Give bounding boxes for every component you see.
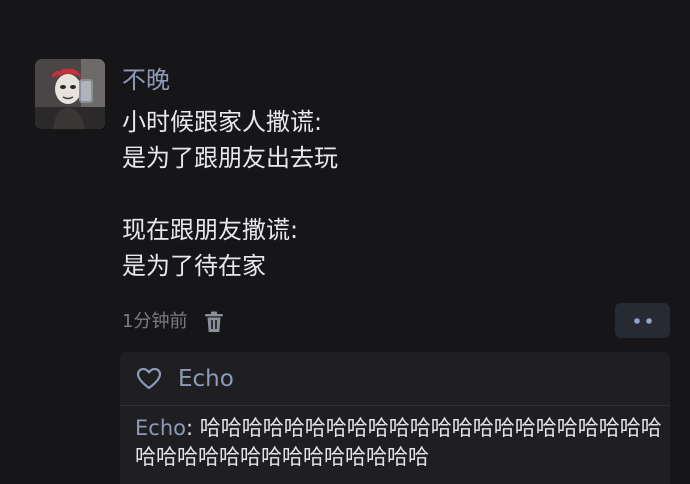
more-actions-button[interactable] <box>615 303 670 338</box>
more-dots-icon <box>633 317 652 324</box>
post-timestamp: 1分钟前 <box>122 311 188 332</box>
post-line: 是为了跟朋友出去玩 <box>122 144 338 172</box>
avatar[interactable] <box>35 59 105 129</box>
heart-outline-icon <box>136 367 162 390</box>
trash-icon[interactable] <box>203 309 225 335</box>
moments-post: 不晚 小时候跟家人撒谎: 是为了跟朋友出去玩 现在跟朋友撒谎: 是为了待在家 1… <box>0 0 690 484</box>
post-line: 小时候跟家人撒谎: <box>122 108 323 136</box>
post-line: 是为了待在家 <box>122 252 266 280</box>
divider <box>120 405 670 406</box>
comment-author[interactable]: Echo <box>135 416 186 440</box>
likes-comments-panel: Echo Echo: 哈哈哈哈哈哈哈哈哈哈哈哈哈哈哈哈哈哈哈哈哈哈哈哈哈哈哈哈哈… <box>120 352 670 484</box>
comment-separator: : <box>185 416 200 440</box>
post-line: 现在跟朋友撒谎: <box>122 216 299 244</box>
comment-item[interactable]: Echo: 哈哈哈哈哈哈哈哈哈哈哈哈哈哈哈哈哈哈哈哈哈哈哈哈哈哈哈哈哈哈哈哈哈哈… <box>135 414 670 472</box>
avatar-image <box>35 59 105 129</box>
post-meta: 1分钟前 <box>122 308 225 336</box>
comment-text: 哈哈哈哈哈哈哈哈哈哈哈哈哈哈哈哈哈哈哈哈哈哈哈哈哈哈哈哈哈哈哈哈哈哈哈哈 <box>135 416 662 469</box>
like-user-name[interactable]: Echo <box>178 364 234 394</box>
post-content: 小时候跟家人撒谎: 是为了跟朋友出去玩 现在跟朋友撒谎: 是为了待在家 <box>122 104 662 284</box>
post-author-name[interactable]: 不晚 <box>122 64 170 96</box>
post-line-blank <box>122 176 662 212</box>
likes-row: Echo <box>136 364 234 394</box>
